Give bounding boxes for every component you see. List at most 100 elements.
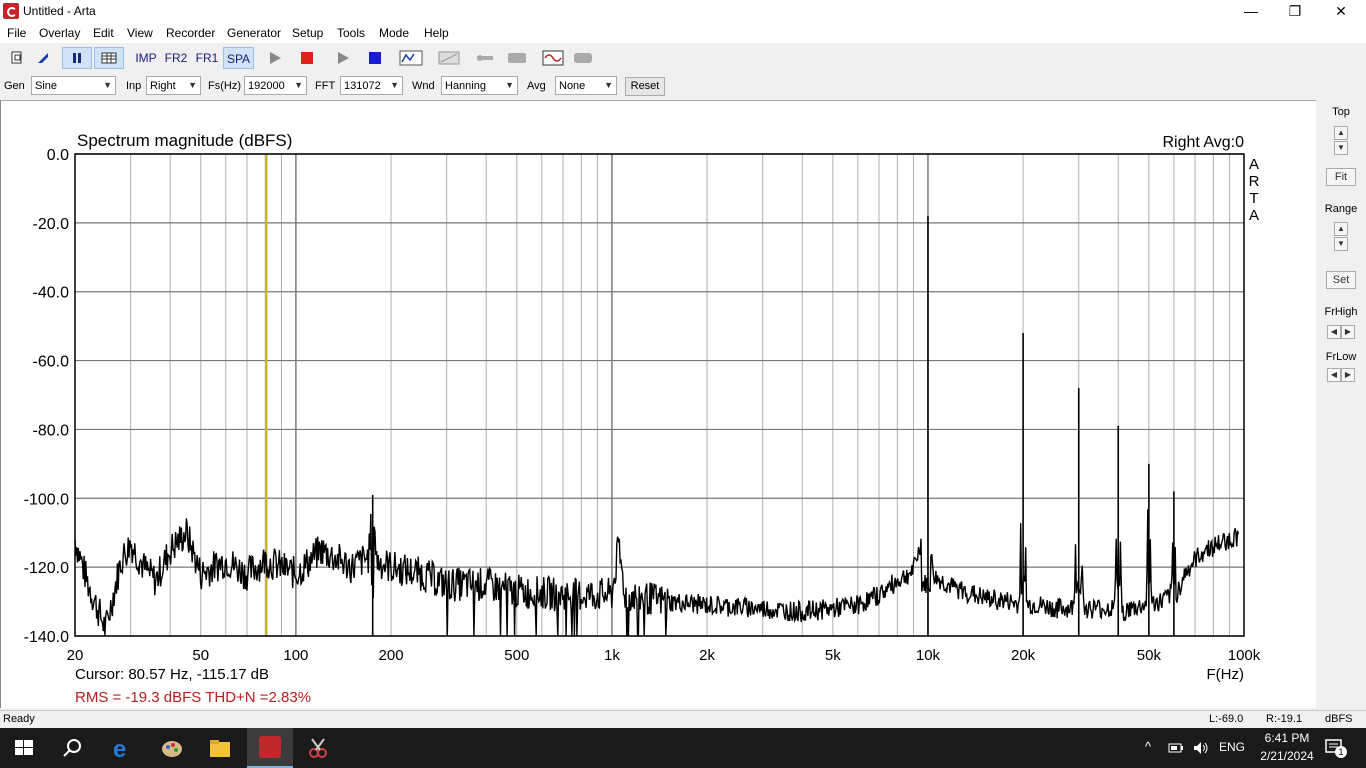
waveform-icon[interactable] xyxy=(540,47,566,69)
fit-button[interactable]: Fit xyxy=(1326,168,1356,186)
fs-select[interactable]: 192000 ▼ xyxy=(244,76,307,95)
arta-brand-letter: A xyxy=(1249,156,1259,173)
gen-label: Gen xyxy=(4,80,25,92)
play-icon[interactable] xyxy=(264,47,286,69)
menu-help[interactable]: Help xyxy=(424,26,449,40)
arta-app-icon[interactable] xyxy=(3,3,19,19)
snipping-tool-icon[interactable] xyxy=(306,736,330,760)
table-view-icon[interactable] xyxy=(94,47,124,69)
fft-label: FFT xyxy=(315,80,336,92)
frlow-left-arrow[interactable]: ◀ xyxy=(1327,368,1341,382)
range-down-arrow[interactable]: ▼ xyxy=(1334,237,1348,251)
notification-icon[interactable]: 1 xyxy=(1325,738,1347,758)
menu-recorder[interactable]: Recorder xyxy=(166,26,215,40)
notification-count: 1 xyxy=(1335,746,1347,758)
inp-label: Inp xyxy=(126,80,142,92)
set-button[interactable]: Set xyxy=(1326,271,1356,289)
reset-button[interactable]: Reset xyxy=(625,77,665,96)
arta-brand-letter: A xyxy=(1249,207,1259,224)
spectrum-plot-area[interactable]: 0.0 -20.0 -40.0 -60.0 -80.0 -100.0 -120.0 -140.… xyxy=(0,100,1316,708)
y-tick-label: -80.0 xyxy=(33,422,70,439)
clock-time[interactable]: 6:41 PM xyxy=(1259,731,1315,745)
chevron-down-icon: ▼ xyxy=(505,80,514,90)
calibrate-icon[interactable] xyxy=(505,47,529,69)
spectrum-chart[interactable]: 0.0 -20.0 -40.0 -60.0 -80.0 -100.0 -120.0 -140.… xyxy=(1,101,1315,707)
menu-bar: File Overlay Edit View Recorder Generato… xyxy=(0,23,1366,43)
wnd-select[interactable]: Hanning ▼ xyxy=(441,76,518,95)
probe-icon[interactable] xyxy=(474,47,498,69)
chevron-down-icon: ▼ xyxy=(188,80,197,90)
device-icon[interactable] xyxy=(571,47,595,69)
main-toolbar: IMP FR2 FR1 SPA xyxy=(0,44,1366,72)
generator-stop-icon[interactable] xyxy=(364,47,386,69)
search-icon[interactable] xyxy=(60,736,84,760)
menu-setup[interactable]: Setup xyxy=(292,26,323,40)
range-label: Range xyxy=(1324,203,1358,215)
battery-icon[interactable] xyxy=(1168,740,1184,756)
side-panel: Top ▲ ▼ Fit Range ▲ ▼ Set FrHigh ◀ ▶ FrL… xyxy=(1316,100,1366,708)
new-file-icon[interactable] xyxy=(6,47,28,69)
volume-icon[interactable] xyxy=(1192,740,1210,756)
frhigh-left-arrow[interactable]: ◀ xyxy=(1327,325,1341,339)
inp-value: Right xyxy=(150,80,176,92)
top-down-arrow[interactable]: ▼ xyxy=(1334,141,1348,155)
top-label: Top xyxy=(1332,106,1350,118)
menu-view[interactable]: View xyxy=(127,26,153,40)
top-up-arrow[interactable]: ▲ xyxy=(1334,126,1348,140)
close-button[interactable]: ✕ xyxy=(1318,0,1364,23)
spectrum-trace xyxy=(74,509,1240,637)
menu-generator[interactable]: Generator xyxy=(227,26,281,40)
edit-icon[interactable] xyxy=(32,47,54,69)
menu-overlay[interactable]: Overlay xyxy=(39,26,80,40)
spa-mode-button[interactable]: SPA xyxy=(223,47,254,69)
avg-label: Avg xyxy=(527,80,546,92)
avg-select[interactable]: None ▼ xyxy=(555,76,617,95)
menu-tools[interactable]: Tools xyxy=(337,26,365,40)
avg-value: None xyxy=(559,80,586,92)
y-tick-label: -120.0 xyxy=(24,560,69,577)
menu-mode[interactable]: Mode xyxy=(379,26,409,40)
frhigh-right-arrow[interactable]: ▶ xyxy=(1341,325,1355,339)
pause-button[interactable] xyxy=(62,47,92,69)
y-tick-label: -140.0 xyxy=(24,629,69,646)
show-hidden-icons[interactable]: ^ xyxy=(1145,739,1151,754)
x-tick-label: 20 xyxy=(67,647,84,664)
generator-play-icon[interactable] xyxy=(332,47,354,69)
imp-mode-button[interactable]: IMP xyxy=(132,47,160,69)
status-bar: Ready L:-69.0 R:-19.1 dBFS xyxy=(0,710,1366,729)
wnd-label: Wnd xyxy=(412,80,435,92)
fft-select[interactable]: 131072 ▼ xyxy=(340,76,403,95)
arta-taskbar-button[interactable] xyxy=(247,728,293,768)
arta-app-icon xyxy=(259,736,281,758)
overlay-icon[interactable] xyxy=(436,47,462,69)
language-indicator[interactable]: ENG xyxy=(1219,740,1245,754)
frlow-right-arrow[interactable]: ▶ xyxy=(1341,368,1355,382)
status-text: Ready xyxy=(3,713,35,725)
fr1-mode-button[interactable]: FR1 xyxy=(193,47,221,69)
paint-app-icon[interactable] xyxy=(160,736,184,760)
frhigh-label: FrHigh xyxy=(1324,306,1358,318)
menu-edit[interactable]: Edit xyxy=(93,26,114,40)
x-tick-label: 2k xyxy=(699,647,715,664)
rms-thd-readout: RMS = -19.3 dBFS THD+N =2.83% xyxy=(75,689,311,706)
x-tick-label: 1k xyxy=(604,647,620,664)
minimize-button[interactable]: — xyxy=(1228,0,1274,23)
spectrum-abc-icon[interactable] xyxy=(398,47,424,69)
inp-select[interactable]: Right ▼ xyxy=(146,76,201,95)
cursor-readout: Cursor: 80.57 Hz, -115.17 dB xyxy=(75,666,269,683)
gen-select[interactable]: Sine ▼ xyxy=(31,76,116,95)
range-up-arrow[interactable]: ▲ xyxy=(1334,222,1348,236)
windows-start-icon[interactable] xyxy=(12,736,36,760)
arta-brand-letter: T xyxy=(1249,190,1258,207)
window-title: Untitled - Arta xyxy=(23,4,96,18)
chevron-down-icon: ▼ xyxy=(103,80,112,90)
file-explorer-icon[interactable] xyxy=(208,736,232,760)
fr2-mode-button[interactable]: FR2 xyxy=(162,47,190,69)
clock-date[interactable]: 2/21/2024 xyxy=(1252,749,1322,763)
y-tick-label: -20.0 xyxy=(33,216,70,233)
menu-file[interactable]: File xyxy=(7,26,26,40)
maximize-button[interactable]: ❐ xyxy=(1272,0,1318,23)
stop-record-icon[interactable] xyxy=(296,47,318,69)
edge-browser-icon[interactable]: e xyxy=(111,736,135,763)
chart-title: Spectrum magnitude (dBFS) xyxy=(77,131,292,150)
